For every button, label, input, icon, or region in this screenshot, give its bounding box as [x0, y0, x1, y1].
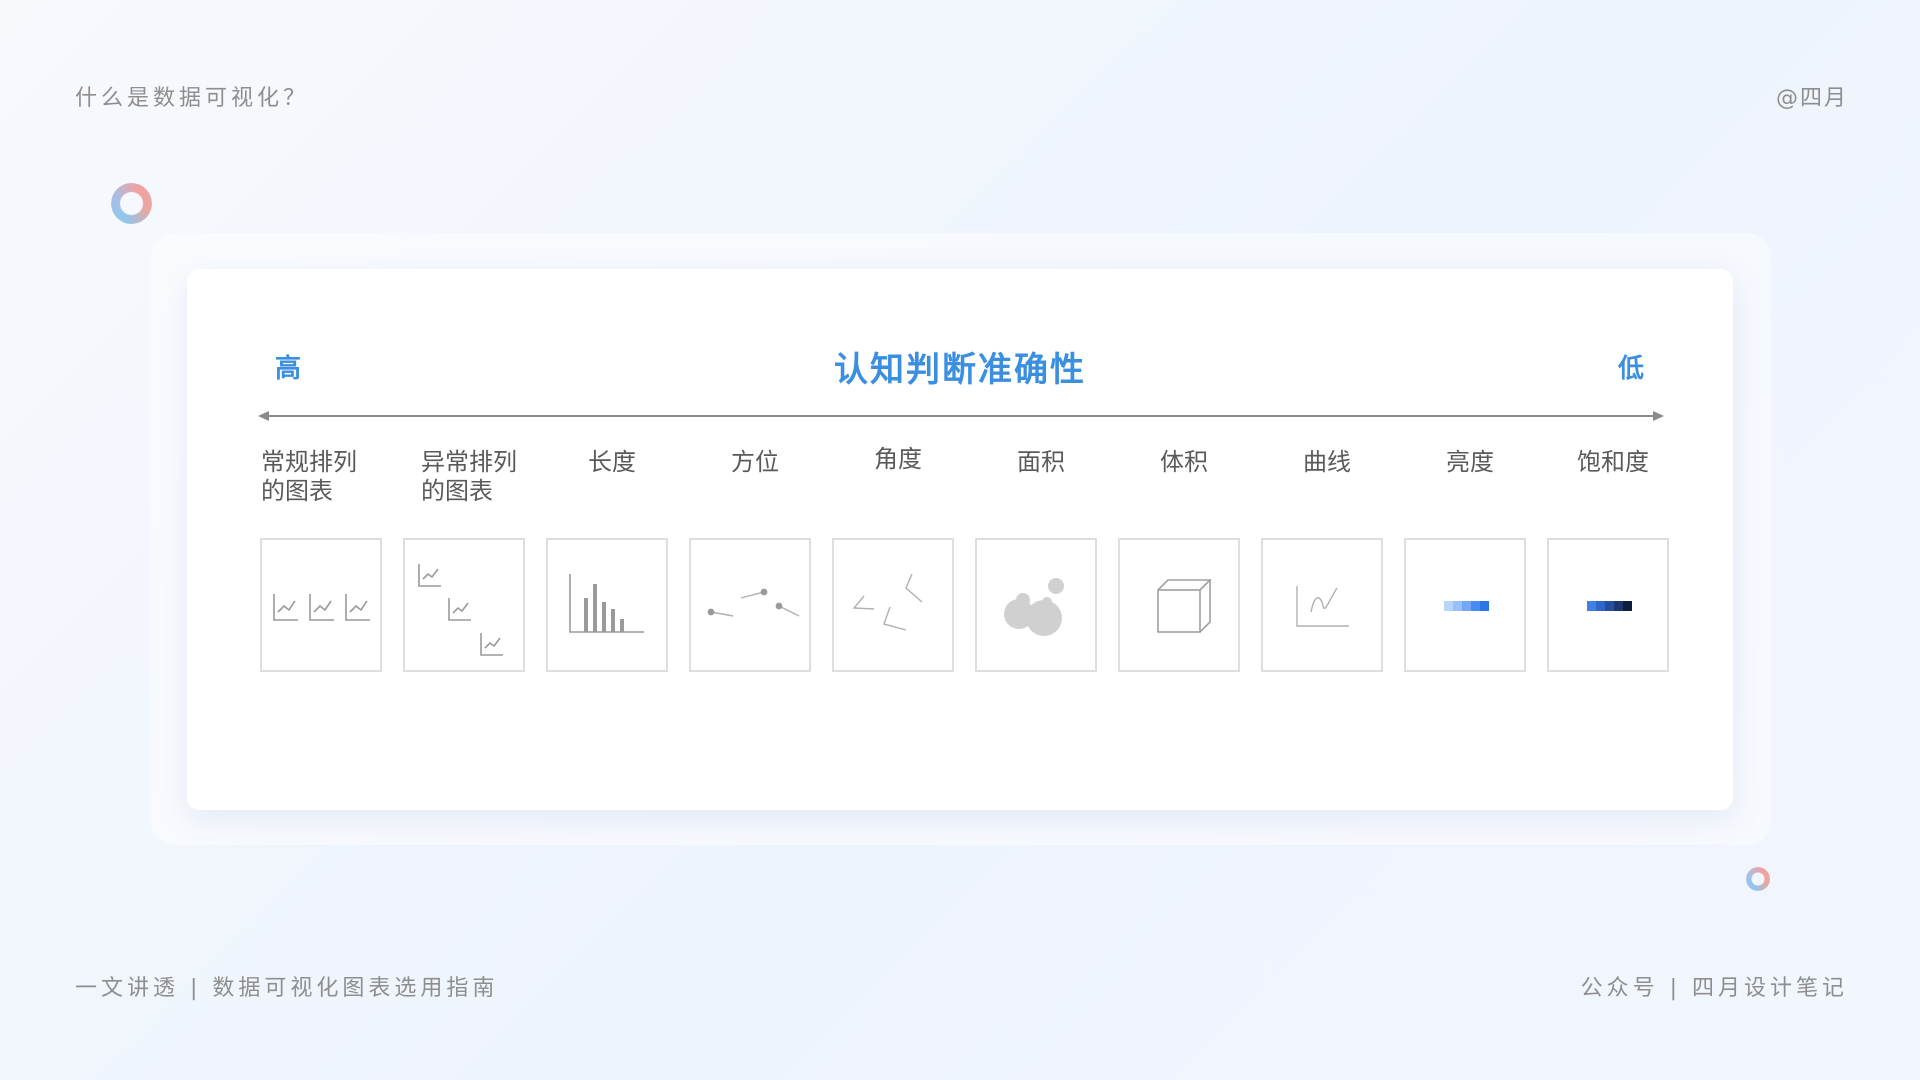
irregular-small-multiples-icon — [418, 564, 503, 656]
accuracy-axis-arrow — [258, 411, 1664, 421]
item-box-regular — [260, 538, 382, 672]
curve-line-icon — [1296, 586, 1349, 627]
length-bars-icon — [569, 574, 644, 633]
item-box-saturation — [1547, 538, 1669, 672]
item-box-position — [689, 538, 811, 672]
item-box-volume — [1118, 538, 1240, 672]
decorative-small-ring-icon — [1746, 867, 1770, 891]
item-label-curve: 曲线 — [1303, 448, 1351, 476]
regular-small-multiples-icon — [273, 594, 370, 621]
item-label-saturation: 饱和度 — [1577, 448, 1649, 476]
area-circles-icon — [1004, 578, 1064, 636]
position-dots-icon — [707, 588, 800, 617]
diagram-title: 认知判断准确性 — [834, 350, 1086, 390]
item-label-volume: 体积 — [1160, 448, 1208, 476]
item-label-regular: 常规排列 的图表 — [261, 448, 357, 505]
item-box-irregular — [403, 538, 525, 672]
luminance-gradient-icon — [1444, 601, 1489, 611]
item-box-area — [975, 538, 1097, 672]
saturation-gradient-icon — [1587, 601, 1632, 611]
item-label-irregular: 异常排列 的图表 — [421, 448, 517, 505]
item-box-curve — [1261, 538, 1383, 672]
section-title: 什么是数据可视化？ — [75, 86, 310, 111]
item-box-angle — [832, 538, 954, 672]
item-label-position: 方位 — [731, 448, 779, 476]
volume-cube-icon — [1157, 579, 1212, 633]
item-label-luminance: 亮度 — [1446, 448, 1494, 476]
item-label-angle: 角度 — [874, 445, 922, 473]
low-label: 低 — [1618, 354, 1645, 384]
footer-account-name: 公众号 | 四月设计笔记 — [1580, 976, 1848, 1001]
item-label-area: 面积 — [1017, 448, 1065, 476]
item-label-length: 长度 — [588, 448, 636, 476]
high-label: 高 — [275, 354, 302, 384]
angle-lines-icon — [852, 573, 923, 631]
item-box-length — [546, 538, 668, 672]
item-box-luminance — [1404, 538, 1526, 672]
author-tag: @四月 — [1775, 86, 1848, 111]
decorative-ring-icon — [111, 183, 152, 224]
footer-article-title: 一文讲透 | 数据可视化图表选用指南 — [75, 976, 499, 1001]
